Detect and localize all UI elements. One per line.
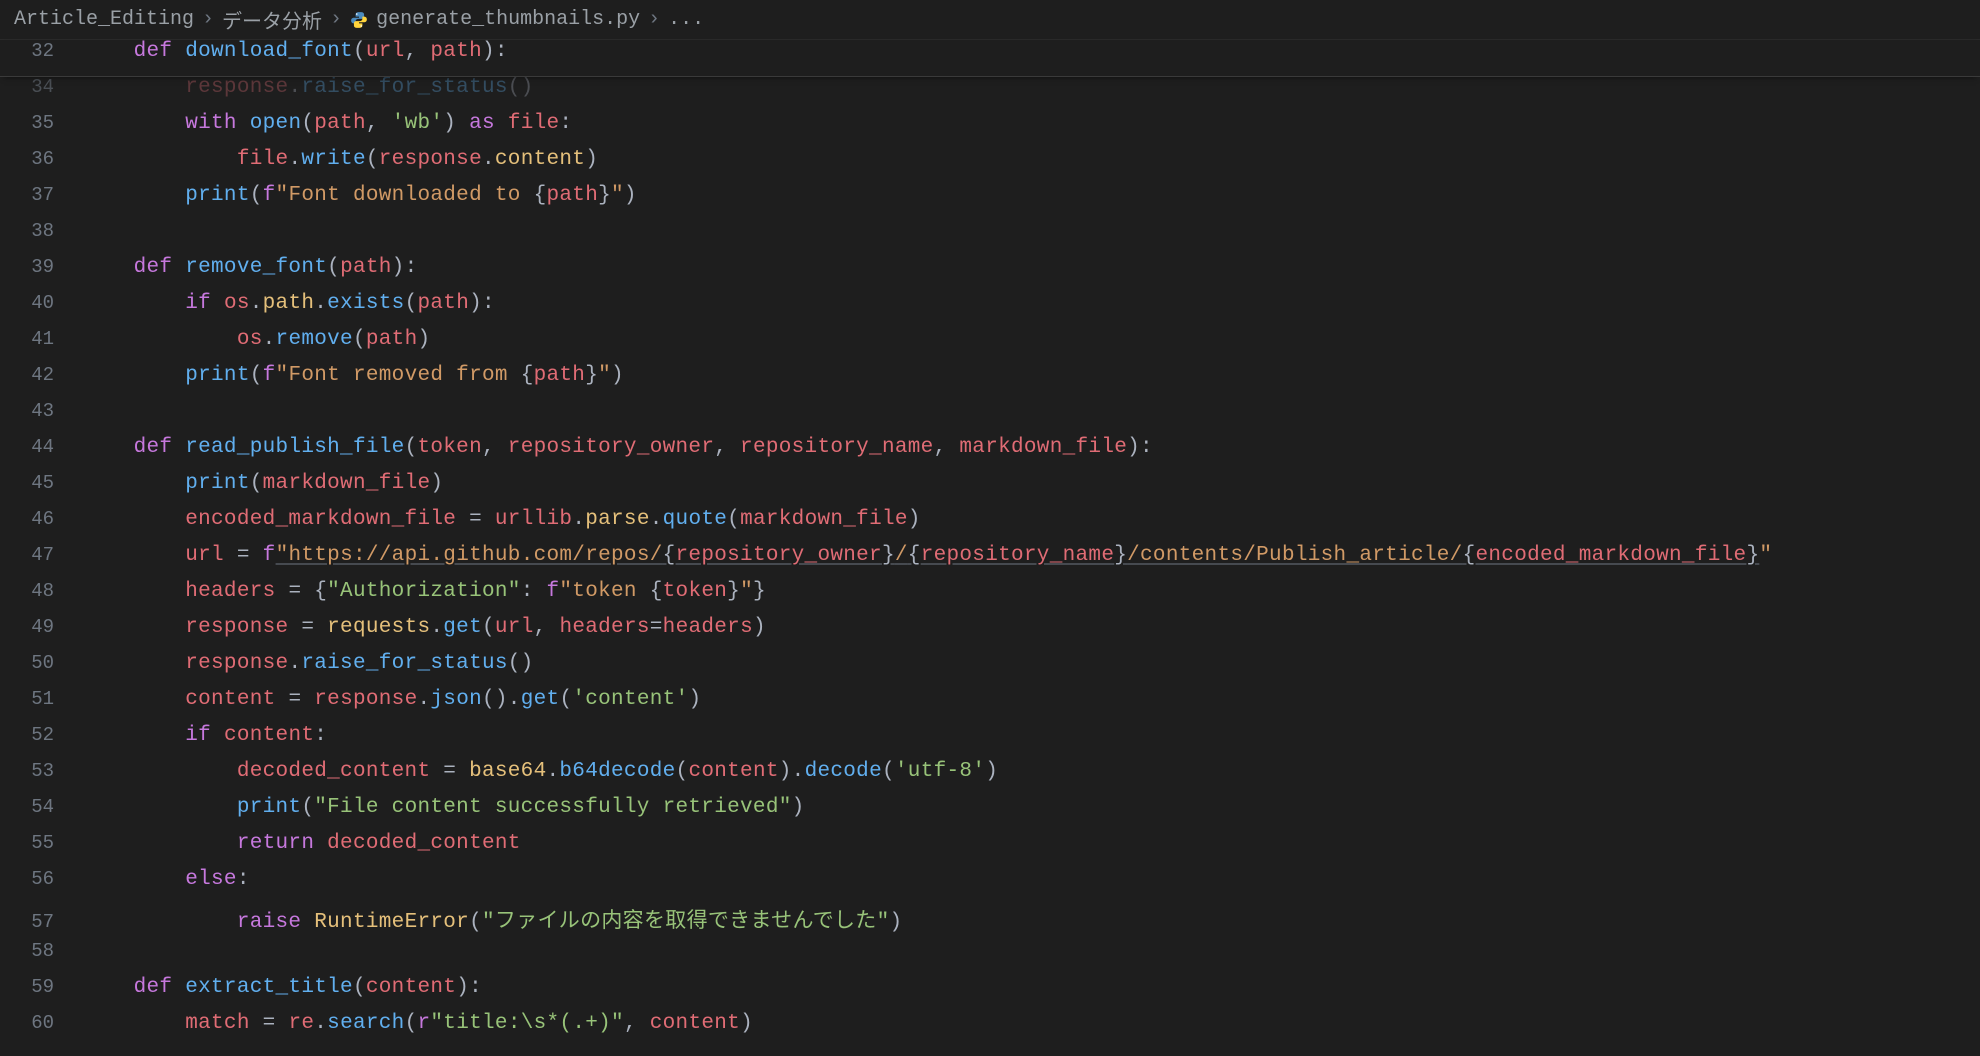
line-number: 45 <box>0 472 82 494</box>
code-content[interactable]: os.remove(path) <box>82 328 430 351</box>
code-content[interactable]: match = re.search(r"title:\s*(.+)", cont… <box>82 1012 753 1035</box>
code-content[interactable]: decoded_content = base64.b64decode(conte… <box>82 760 998 783</box>
code-content[interactable]: if os.path.exists(path): <box>82 292 495 315</box>
line-number: 38 <box>0 220 82 242</box>
code-content[interactable]: raise RuntimeError("ファイルの内容を取得できませんでした") <box>82 904 902 934</box>
code-content[interactable]: print(f"Font removed from {path}") <box>82 364 624 387</box>
code-content[interactable]: return decoded_content <box>82 832 521 855</box>
line-number: 34 <box>0 76 82 98</box>
code-content[interactable]: def download_font(url, path): <box>82 40 508 63</box>
code-area[interactable]: 34 response.raise_for_status()35 with op… <box>0 76 1980 1056</box>
code-content[interactable]: response.raise_for_status() <box>82 76 534 99</box>
code-content[interactable]: def remove_font(path): <box>82 256 417 279</box>
code-line[interactable]: 43 <box>0 400 1980 436</box>
code-content[interactable]: encoded_markdown_file = urllib.parse.quo… <box>82 508 921 531</box>
code-line[interactable]: 56 else: <box>0 868 1980 904</box>
code-line[interactable]: 60 match = re.search(r"title:\s*(.+)", c… <box>0 1012 1980 1048</box>
code-line[interactable]: 50 response.raise_for_status() <box>0 652 1980 688</box>
sticky-scroll-header[interactable]: 32 def download_font(url, path): <box>0 40 1980 77</box>
code-line[interactable]: 38 <box>0 220 1980 256</box>
line-number: 37 <box>0 184 82 206</box>
line-number: 50 <box>0 652 82 674</box>
line-number: 47 <box>0 544 82 566</box>
code-line[interactable]: 48 headers = {"Authorization": f"token {… <box>0 580 1980 616</box>
code-line[interactable]: 53 decoded_content = base64.b64decode(co… <box>0 760 1980 796</box>
line-number: 53 <box>0 760 82 782</box>
code-editor[interactable]: 32 def download_font(url, path): 34 resp… <box>0 40 1980 1056</box>
code-line[interactable]: 59 def extract_title(content): <box>0 976 1980 1012</box>
line-number: 57 <box>0 911 82 933</box>
line-number: 52 <box>0 724 82 746</box>
chevron-right-icon: › <box>330 8 342 31</box>
code-content[interactable]: def read_publish_file(token, repository_… <box>82 436 1153 459</box>
line-number: 41 <box>0 328 82 350</box>
code-line[interactable]: 46 encoded_markdown_file = urllib.parse.… <box>0 508 1980 544</box>
code-content[interactable]: print(markdown_file) <box>82 472 443 495</box>
breadcrumb-item[interactable]: Article_Editing <box>14 8 194 31</box>
line-number: 36 <box>0 148 82 170</box>
code-content[interactable]: if content: <box>82 724 327 747</box>
code-line[interactable]: 34 response.raise_for_status() <box>0 76 1980 112</box>
line-number: 32 <box>0 40 82 62</box>
code-content[interactable]: response.raise_for_status() <box>82 652 534 675</box>
code-line[interactable]: 39 def remove_font(path): <box>0 256 1980 292</box>
line-number: 42 <box>0 364 82 386</box>
line-number: 51 <box>0 688 82 710</box>
line-number: 44 <box>0 436 82 458</box>
code-content[interactable]: print(f"Font downloaded to {path}") <box>82 184 637 207</box>
code-line[interactable]: 58 <box>0 940 1980 976</box>
code-content[interactable]: url = f"https://api.github.com/repos/{re… <box>82 544 1772 567</box>
breadcrumb: Article_Editing › データ分析 › generate_thumb… <box>0 0 1980 40</box>
chevron-right-icon: › <box>202 8 214 31</box>
chevron-right-icon: › <box>648 8 660 31</box>
line-number: 46 <box>0 508 82 530</box>
line-number: 43 <box>0 400 82 422</box>
line-number: 59 <box>0 976 82 998</box>
code-line[interactable]: 44 def read_publish_file(token, reposito… <box>0 436 1980 472</box>
code-line[interactable]: 47 url = f"https://api.github.com/repos/… <box>0 544 1980 580</box>
code-content[interactable]: def extract_title(content): <box>82 976 482 999</box>
code-line[interactable]: 55 return decoded_content <box>0 832 1980 868</box>
line-number: 60 <box>0 1012 82 1034</box>
code-content[interactable]: response = requests.get(url, headers=hea… <box>82 616 766 639</box>
code-content[interactable]: print("File content successfully retriev… <box>82 796 805 819</box>
line-number: 39 <box>0 256 82 278</box>
code-content[interactable]: headers = {"Authorization": f"token {tok… <box>82 580 766 603</box>
code-line[interactable]: 52 if content: <box>0 724 1980 760</box>
code-content[interactable]: file.write(response.content) <box>82 148 598 171</box>
code-line[interactable]: 51 content = response.json().get('conten… <box>0 688 1980 724</box>
breadcrumb-item[interactable]: データ分析 <box>222 5 322 35</box>
code-line[interactable]: 45 print(markdown_file) <box>0 472 1980 508</box>
code-line[interactable]: 54 print("File content successfully retr… <box>0 796 1980 832</box>
line-number: 54 <box>0 796 82 818</box>
code-line[interactable]: 35 with open(path, 'wb') as file: <box>0 112 1980 148</box>
breadcrumb-file[interactable]: generate_thumbnails.py <box>376 8 640 31</box>
code-line[interactable]: 41 os.remove(path) <box>0 328 1980 364</box>
line-number: 56 <box>0 868 82 890</box>
line-number: 49 <box>0 616 82 638</box>
line-number: 48 <box>0 580 82 602</box>
code-line[interactable]: 57 raise RuntimeError("ファイルの内容を取得できませんでし… <box>0 904 1980 940</box>
code-line[interactable]: 32 def download_font(url, path): <box>0 40 1980 76</box>
code-line[interactable]: 36 file.write(response.content) <box>0 148 1980 184</box>
code-content[interactable]: with open(path, 'wb') as file: <box>82 112 572 135</box>
breadcrumb-symbol[interactable]: ... <box>668 8 704 31</box>
code-line[interactable]: 40 if os.path.exists(path): <box>0 292 1980 328</box>
line-number: 40 <box>0 292 82 314</box>
code-line[interactable]: 49 response = requests.get(url, headers=… <box>0 616 1980 652</box>
line-number: 55 <box>0 832 82 854</box>
code-content[interactable]: else: <box>82 868 250 891</box>
line-number: 58 <box>0 940 82 962</box>
line-number: 35 <box>0 112 82 134</box>
code-content[interactable]: content = response.json().get('content') <box>82 688 701 711</box>
code-line[interactable]: 42 print(f"Font removed from {path}") <box>0 364 1980 400</box>
code-line[interactable]: 37 print(f"Font downloaded to {path}") <box>0 184 1980 220</box>
python-file-icon <box>350 11 368 29</box>
